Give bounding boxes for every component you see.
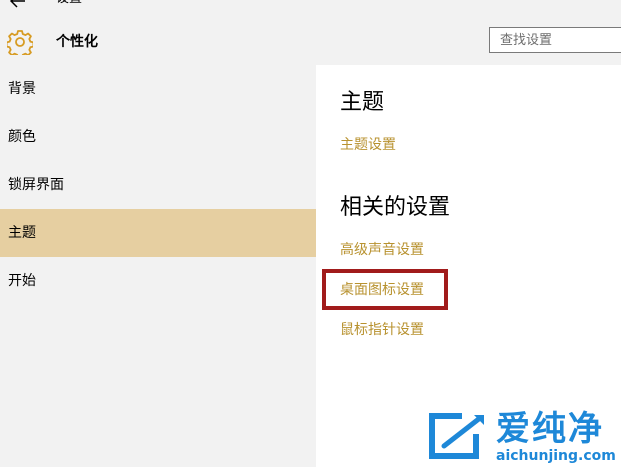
watermark-logo-icon — [429, 413, 484, 459]
sidebar-item-background[interactable]: 背景 — [0, 65, 316, 113]
related-settings-heading: 相关的设置 — [340, 195, 451, 220]
watermark: 爱纯净 aichunjing.com — [424, 408, 621, 467]
advanced-sound-settings-link[interactable]: 高级声音设置 — [340, 240, 424, 260]
header-bar: 个性化 — [0, 20, 621, 65]
theme-settings-link[interactable]: 主题设置 — [340, 135, 396, 155]
main-content: 主题 主题设置 相关的设置 高级声音设置 桌面图标设置 鼠标指针设置 — [316, 65, 621, 467]
watermark-text: 爱纯净 — [496, 409, 604, 449]
sidebar-item-themes[interactable]: 主题 — [0, 209, 316, 257]
sidebar-item-colors[interactable]: 颜色 — [0, 113, 316, 161]
back-arrow-icon[interactable] — [10, 0, 26, 8]
title-bar: 设置 — [0, 0, 621, 20]
desktop-icon-settings-link[interactable]: 桌面图标设置 — [340, 280, 424, 300]
sidebar: 背景 颜色 锁屏界面 主题 开始 — [0, 65, 316, 467]
sidebar-item-start[interactable]: 开始 — [0, 257, 316, 305]
page-title: 个性化 — [56, 34, 98, 50]
watermark-url: aichunjing.com — [496, 448, 616, 464]
theme-heading: 主题 — [340, 90, 385, 115]
gear-icon — [7, 30, 33, 55]
window-title: 设置 — [56, 0, 82, 7]
sidebar-item-lock-screen[interactable]: 锁屏界面 — [0, 161, 316, 209]
search-input[interactable] — [489, 27, 621, 53]
mouse-pointer-settings-link[interactable]: 鼠标指针设置 — [340, 320, 424, 340]
